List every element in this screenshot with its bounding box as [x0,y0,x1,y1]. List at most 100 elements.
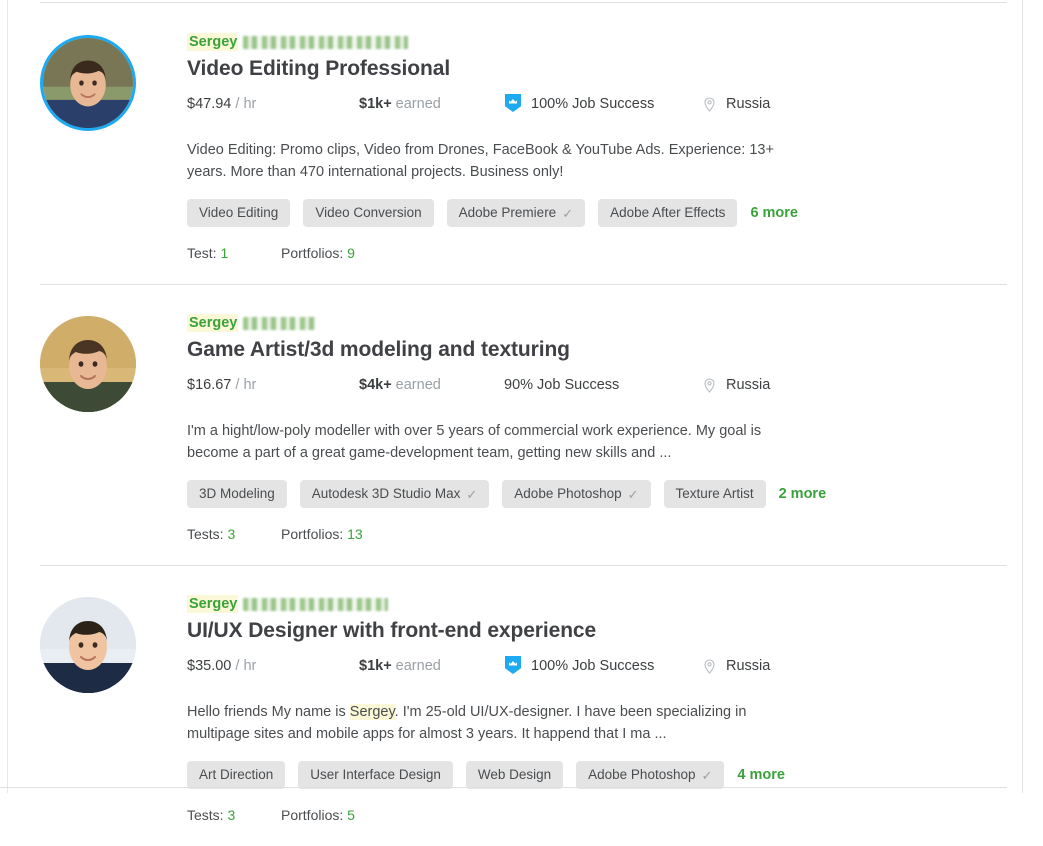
portfolios-label: Portfolios: [281,807,344,823]
skill-tag[interactable]: Video Editing [187,199,291,227]
location-label: Russia [726,377,771,393]
portfolios-count: 9 [347,245,355,261]
skill-tag-label: Adobe Photoshop [588,767,696,782]
skill-tag-label: Adobe After Effects [610,205,726,220]
job-success-body: 100% Job Success [531,95,704,113]
earned-amount: $4k+ [359,377,392,393]
freelancer-description: Video Editing: Promo clips, Video from D… [187,139,812,183]
verified-check-icon: ✓ [466,486,478,502]
skill-tag-label: Art Direction [199,767,274,782]
more-skills-link[interactable]: 6 more [750,205,798,221]
skill-tag[interactable]: User Interface Design [298,761,453,789]
tests-stat: Test: 1 [187,244,281,262]
freelancer-name: Sergey [187,33,239,51]
redacted-surname [243,316,317,330]
freelancer-card[interactable]: Sergey Game Artist/3d modeling and textu… [0,284,1043,565]
skill-tag-label: User Interface Design [310,767,441,782]
verified-check-icon: ✓ [562,205,574,221]
job-success-label: 100% Job Success [531,658,655,674]
stats-row: $35.00 / hr $1k+ earned 100% Job Success … [187,655,1007,687]
hourly-rate: $35.00 / hr [187,657,359,675]
skill-tag[interactable]: Web Design [465,761,564,789]
job-success: 100% Job Success [504,93,704,113]
location: Russia [704,376,770,394]
map-pin-icon [704,96,726,112]
portfolios-count: 13 [347,526,363,542]
stats-row: $16.67 / hr $4k+ earned 90% Job Success R… [187,376,1007,406]
freelancer-card[interactable]: Sergey UI/UX Designer with front-end exp… [0,565,1043,846]
job-success-body: 100% Job Success [531,657,704,675]
freelancer-title[interactable]: Video Editing Professional [187,56,1007,82]
skill-tag[interactable]: Adobe Photoshop ✓ [502,480,651,508]
avatar[interactable] [40,35,136,131]
skill-tag[interactable]: Texture Artist [663,480,766,508]
rate-suffix: / hr [235,658,257,674]
portfolios-label: Portfolios: [281,245,344,261]
freelancer-description: Hello friends My name is Sergey. I'm 25-… [187,701,812,745]
rate-value: $47.94 [187,96,232,112]
skills-row: Art Direction User Interface Design Web De… [187,761,1007,789]
avatar-wrap [40,33,136,131]
portfolios-stat: Portfolios: 9 [281,244,355,262]
bottom-divider [0,787,1007,788]
skill-tag[interactable]: Adobe Photoshop ✓ [576,761,725,789]
earned-label: earned [395,96,441,112]
verified-check-icon: ✓ [627,486,639,502]
tests-label: Tests: [187,807,224,823]
freelancer-title[interactable]: Game Artist/3d modeling and texturing [187,337,1007,363]
freelancer-info: Sergey Game Artist/3d modeling and textu… [187,314,1007,543]
tests-stat: Tests: 3 [187,525,281,543]
portfolios-count: 5 [347,807,355,823]
total-earned: $1k+ earned [359,95,504,113]
earned-label: earned [395,658,441,674]
avatar-wrap [40,595,136,693]
freelancer-results-page: Sergey Video Editing Professional $47.94… [0,0,1043,823]
shield-crown-icon [504,655,522,675]
hourly-rate: $47.94 / hr [187,95,359,113]
avatar[interactable] [40,597,136,693]
tests-stat: Tests: 3 [187,806,281,824]
freelancer-name-row[interactable]: Sergey [187,33,1007,51]
freelancer-list: Sergey Video Editing Professional $47.94… [0,3,1043,846]
portfolios-stat: Portfolios: 13 [281,525,363,543]
job-success-label: 90% Job Success [504,377,620,393]
skill-tag[interactable]: Adobe After Effects [598,199,738,227]
avatar[interactable] [40,316,136,412]
total-earned: $1k+ earned [359,657,504,675]
more-skills-link[interactable]: 4 more [737,767,785,783]
skill-tag-label: Adobe Premiere [458,205,557,220]
freelancer-info: Sergey Video Editing Professional $47.94… [187,33,1007,262]
skill-tag[interactable]: Art Direction [187,761,286,789]
tests-count: 3 [227,526,236,542]
freelancer-name: Sergey [187,595,239,613]
skill-tag-label: Autodesk 3D Studio Max [311,486,461,501]
more-skills-link[interactable]: 2 more [779,486,827,502]
rate-suffix: / hr [235,96,257,112]
skill-tag[interactable]: Video Conversion [303,199,434,227]
skill-tag[interactable]: Autodesk 3D Studio Max ✓ [299,480,490,508]
freelancer-title[interactable]: UI/UX Designer with front-end experience [187,618,1007,644]
rate-value: $35.00 [187,658,232,674]
location-label: Russia [726,96,771,112]
tests-label: Test: [187,245,217,261]
skill-tag-label: Texture Artist [675,486,754,501]
skill-tag-label: Web Design [477,767,552,782]
shield-crown-icon [504,93,522,113]
skill-tag[interactable]: 3D Modeling [187,480,287,508]
tests-count: 1 [220,245,229,261]
meta-row: Test: 1 Portfolios: 9 [187,244,1007,262]
earned-amount: $1k+ [359,96,392,112]
skills-row: Video Editing Video Conversion Adobe Premi… [187,199,1007,227]
skill-tag-label: Video Conversion [315,205,422,220]
location: Russia [704,657,770,675]
verified-check-icon: ✓ [701,767,713,783]
meta-row: Tests: 3 Portfolios: 5 [187,806,1007,824]
freelancer-name-row[interactable]: Sergey [187,595,1007,613]
skill-tag[interactable]: Adobe Premiere ✓ [446,199,586,227]
freelancer-name-row[interactable]: Sergey [187,314,1007,332]
redacted-surname [243,597,389,611]
hourly-rate: $16.67 / hr [187,376,359,394]
description-segment: Hello friends My name is [187,704,350,720]
skill-tag-label: Video Editing [199,205,279,220]
freelancer-card[interactable]: Sergey Video Editing Professional $47.94… [0,3,1043,284]
